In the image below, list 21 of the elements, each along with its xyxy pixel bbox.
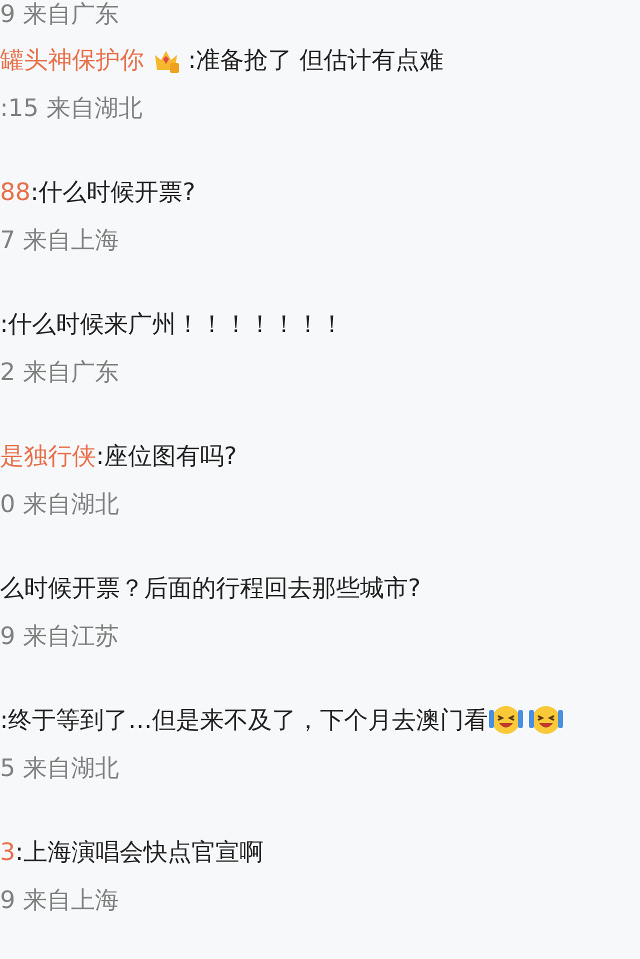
comment-text: :什么时候开票? [30,177,196,208]
username-link[interactable]: 88 [0,174,31,210]
comment-meta: 9 来自江苏 [0,621,120,652]
comment-meta: 0 来自湖北 [0,489,120,520]
comment-text: :准备抢了 但估计有点难 [188,45,444,76]
username-link[interactable]: 罐头神保护你 [0,42,144,78]
comment-meta: 9 来自广东 [0,0,120,28]
comment-text: :上海演唱会快点官宣啊 [15,837,264,868]
comment-meta: 7 来自上海 [0,225,120,256]
comment-meta: 5 来自湖北 [0,753,120,784]
crying-laughing-emoji-icon [528,704,564,736]
username-link[interactable]: 3 [0,834,16,870]
comment-text: :什么时候来广州！！！！！！！ [0,309,344,340]
comment-text: 么时候开票？后面的行程回去那些城市? [0,573,421,604]
comment-meta: 2 来自广东 [0,357,120,388]
comment-meta: 9 来自上海 [0,885,120,916]
comment-text: :终于等到了…但是来不及了，下个月去澳门看 [0,705,488,736]
crying-laughing-emoji-icon [488,704,524,736]
comment-text: :座位图有吗? [96,441,237,472]
username-link[interactable]: 是独行侠 [0,438,96,474]
comment-meta: :15 来自湖北 [0,93,144,124]
